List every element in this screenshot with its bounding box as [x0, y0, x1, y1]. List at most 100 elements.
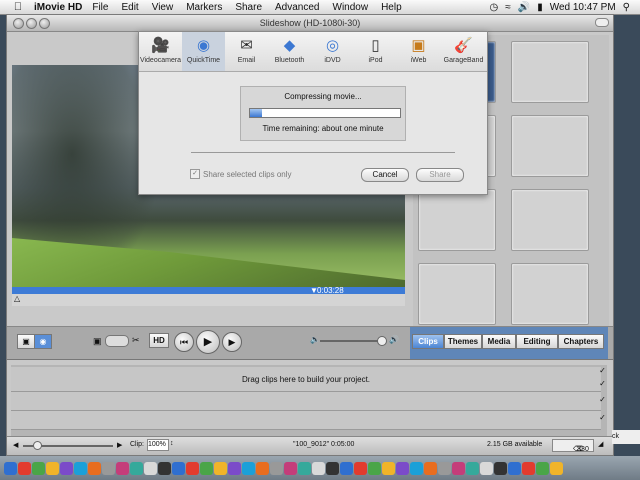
tab-bluetooth[interactable]: ◆ Bluetooth	[268, 32, 311, 71]
dock-app-icon[interactable]	[270, 461, 283, 475]
dock-app-icon[interactable]	[382, 461, 395, 475]
dock-app-icon[interactable]	[130, 461, 143, 475]
dock-app-icon[interactable]	[116, 461, 129, 475]
track-checkbox[interactable]: ✓	[598, 395, 607, 404]
dock-app-icon[interactable]	[256, 461, 269, 475]
dock-app-icon[interactable]	[88, 461, 101, 475]
dock-app-icon[interactable]	[494, 461, 507, 475]
clip-volume-stepper[interactable]: ↕	[170, 440, 174, 447]
zoom-out-icon[interactable]: ◀	[13, 441, 18, 449]
menu-share[interactable]: Share	[235, 2, 262, 13]
tab-themes[interactable]: Themes	[444, 334, 482, 349]
tab-quicktime[interactable]: ◉ QuickTime	[182, 32, 225, 71]
tab-iweb[interactable]: ▣ iWeb	[397, 32, 440, 71]
trash-button[interactable]: ⌫ 330 KB	[552, 439, 594, 464]
clip-view-button[interactable]: ▣	[17, 334, 35, 349]
time-machine-icon[interactable]: ◷	[490, 2, 499, 13]
dock-app-icon[interactable]	[60, 461, 73, 475]
resize-grip-icon[interactable]: ◢	[598, 440, 603, 448]
minimize-button[interactable]	[26, 18, 37, 29]
dock-app-icon[interactable]	[424, 461, 437, 475]
clip-slot[interactable]	[511, 41, 589, 103]
dock-app-icon[interactable]	[438, 461, 451, 475]
dock-app-icon[interactable]	[242, 461, 255, 475]
menu-file[interactable]: File	[92, 2, 108, 13]
tab-chapters[interactable]: Chapters	[558, 334, 604, 349]
menu-view[interactable]: View	[152, 2, 174, 13]
menu-help[interactable]: Help	[381, 2, 402, 13]
clip-slot[interactable]	[511, 189, 589, 251]
dock-app-icon[interactable]	[172, 461, 185, 475]
share-button[interactable]: Share	[416, 168, 464, 182]
dock-app-icon[interactable]	[284, 461, 297, 475]
tab-media[interactable]: Media	[482, 334, 516, 349]
battery-icon[interactable]: ▮	[537, 2, 543, 13]
tab-clips[interactable]: Clips	[412, 334, 444, 349]
dock-app-icon[interactable]	[326, 461, 339, 475]
spotlight-icon[interactable]: ⚲	[623, 2, 630, 13]
tab-videocamera[interactable]: 🎥 Videocamera	[139, 32, 182, 71]
fullscreen-play-button[interactable]: ▶	[222, 332, 242, 352]
dock-app-icon[interactable]	[144, 461, 157, 475]
clip-slot[interactable]	[418, 263, 496, 325]
dock-app-icon[interactable]	[536, 461, 549, 475]
audio-track-2[interactable]	[11, 411, 601, 430]
tab-idvd[interactable]: ◎ iDVD	[311, 32, 354, 71]
clip-viewer[interactable]: Drag clips here to build your project. ✓…	[11, 365, 607, 443]
dock-app-icon[interactable]	[200, 461, 213, 475]
hd-toggle[interactable]: HD	[149, 333, 169, 348]
dock-app-icon[interactable]	[32, 461, 45, 475]
dock-app-icon[interactable]	[46, 461, 59, 475]
audio-track-1[interactable]	[11, 392, 601, 411]
close-button[interactable]	[13, 18, 24, 29]
dock-app-icon[interactable]	[452, 461, 465, 475]
dock-app-icon[interactable]	[4, 461, 17, 475]
volume-knob[interactable]	[377, 336, 387, 346]
clip-slot[interactable]	[418, 189, 496, 251]
cancel-button[interactable]: Cancel	[361, 168, 409, 182]
dock-app-icon[interactable]	[214, 461, 227, 475]
tab-editing[interactable]: Editing	[516, 334, 558, 349]
dock-app-icon[interactable]	[298, 461, 311, 475]
dock-app-icon[interactable]	[74, 461, 87, 475]
dock-app-icon[interactable]	[354, 461, 367, 475]
dock-app-icon[interactable]	[368, 461, 381, 475]
volume-slider[interactable]	[320, 340, 385, 342]
zoom-knob[interactable]	[33, 441, 42, 450]
dock-app-icon[interactable]	[410, 461, 423, 475]
timeline-view-button[interactable]: ◉	[34, 334, 52, 349]
scrubber-track[interactable]: △	[12, 294, 405, 306]
play-button[interactable]: ▶	[196, 330, 220, 354]
toolbar-toggle-button[interactable]	[595, 18, 609, 27]
dock-app-icon[interactable]	[186, 461, 199, 475]
clip-volume-field[interactable]: 100%	[147, 439, 169, 451]
dock-app-icon[interactable]	[396, 461, 409, 475]
zoom-in-icon[interactable]: ▶	[117, 441, 122, 449]
dock-app-icon[interactable]	[102, 461, 115, 475]
dock-app-icon[interactable]	[312, 461, 325, 475]
menu-markers[interactable]: Markers	[186, 2, 222, 13]
volume-icon[interactable]: 🔊	[518, 2, 530, 13]
tab-ipod[interactable]: ▯ iPod	[354, 32, 397, 71]
zoom-button[interactable]	[39, 18, 50, 29]
clip-slot[interactable]	[511, 263, 589, 325]
dock-app-icon[interactable]	[18, 461, 31, 475]
camera-mode-switch[interactable]	[105, 335, 129, 347]
tab-email[interactable]: ✉ Email	[225, 32, 268, 71]
dock-app-icon[interactable]	[228, 461, 241, 475]
track-checkbox[interactable]: ✓	[598, 413, 607, 422]
menu-window[interactable]: Window	[333, 2, 369, 13]
menu-edit[interactable]: Edit	[121, 2, 138, 13]
share-selected-checkbox[interactable]: ✓ Share selected clips only	[190, 169, 292, 179]
menu-clock[interactable]: Wed 10:47 PM	[550, 2, 616, 13]
dock-app-icon[interactable]	[480, 461, 493, 475]
dock-app-icon[interactable]	[158, 461, 171, 475]
dock-app-icon[interactable]	[340, 461, 353, 475]
track-checkbox[interactable]: ✓	[598, 379, 607, 388]
menu-advanced[interactable]: Advanced	[275, 2, 319, 13]
apple-icon[interactable]: 	[10, 1, 26, 13]
wifi-icon[interactable]: ≈	[505, 2, 511, 13]
app-menu[interactable]: iMovie HD	[34, 2, 82, 13]
dock-app-icon[interactable]	[466, 461, 479, 475]
scrubber-bar[interactable]	[12, 287, 405, 294]
